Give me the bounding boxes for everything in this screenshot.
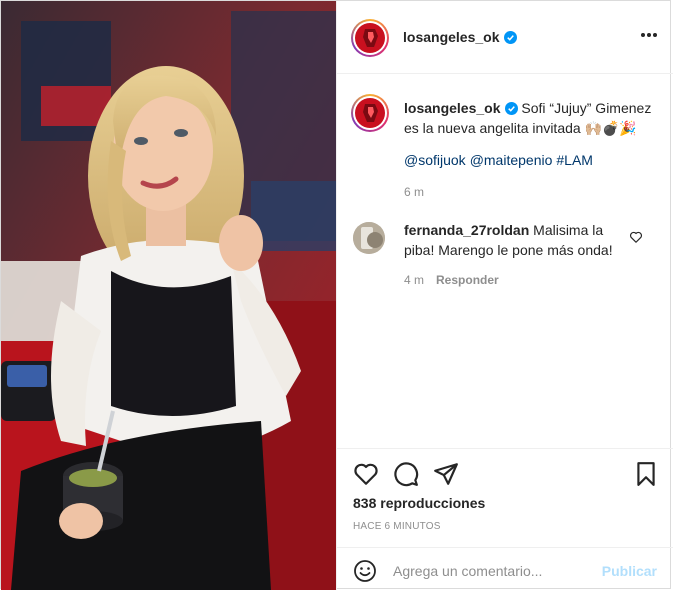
tag-link[interactable]: @maitepenio	[470, 152, 553, 168]
brand-logo-icon	[363, 29, 378, 47]
post-side-panel: losangeles_ok losangeles_ok Sofi “Jujuy”…	[336, 1, 673, 590]
comment-icon[interactable]	[393, 461, 419, 487]
caption-tags: @sofijuok @maitepenio #LAM	[404, 150, 654, 170]
post-actions: 838 reproducciones HACE 6 MINUTOS	[337, 448, 673, 548]
comment: fernanda_27roldan Malisima la piba! Mare…	[404, 220, 632, 260]
comment-time[interactable]: 4 m	[404, 273, 424, 287]
brand-logo-icon	[363, 104, 378, 122]
view-count[interactable]: 838 reproducciones	[353, 495, 485, 511]
emoji-icon[interactable]	[353, 559, 377, 583]
hashtag-link[interactable]: #LAM	[556, 152, 593, 168]
comment-username[interactable]: fernanda_27roldan	[404, 222, 529, 238]
verified-badge-icon	[503, 31, 517, 44]
more-horizontal-icon[interactable]	[641, 32, 657, 38]
caption-time[interactable]: 6 m	[404, 185, 424, 199]
heart-icon[interactable]	[353, 461, 379, 487]
comments-section: losangeles_ok Sofi “Jujuy” Gimenez es la…	[337, 74, 673, 448]
video-frame	[1, 1, 336, 590]
commenter-avatar[interactable]	[353, 222, 385, 254]
reply-button[interactable]: Responder	[436, 273, 499, 287]
instagram-post: losangeles_ok losangeles_ok Sofi “Jujuy”…	[0, 0, 673, 590]
caption-username[interactable]: losangeles_ok	[404, 100, 501, 116]
comment-meta: 4 m Responder	[404, 273, 499, 287]
profile-avatar[interactable]	[351, 19, 389, 57]
post-comment-button[interactable]: Publicar	[602, 563, 657, 579]
caption-avatar[interactable]	[351, 94, 389, 132]
comment-input[interactable]	[393, 560, 593, 582]
post-header: losangeles_ok	[337, 1, 673, 74]
header-username[interactable]: losangeles_ok	[403, 29, 500, 45]
bookmark-icon[interactable]	[633, 461, 659, 487]
comment-like-heart-icon[interactable]	[629, 230, 643, 244]
add-comment-bar: Publicar	[337, 547, 673, 590]
verified-badge-icon	[504, 102, 518, 115]
commenter-photo	[353, 222, 385, 254]
tag-link[interactable]: @sofijuok	[404, 152, 466, 168]
share-icon[interactable]	[433, 461, 459, 487]
post-video[interactable]	[1, 1, 336, 590]
post-timestamp[interactable]: HACE 6 MINUTOS	[353, 521, 441, 532]
caption: losangeles_ok Sofi “Jujuy” Gimenez es la…	[404, 98, 654, 138]
